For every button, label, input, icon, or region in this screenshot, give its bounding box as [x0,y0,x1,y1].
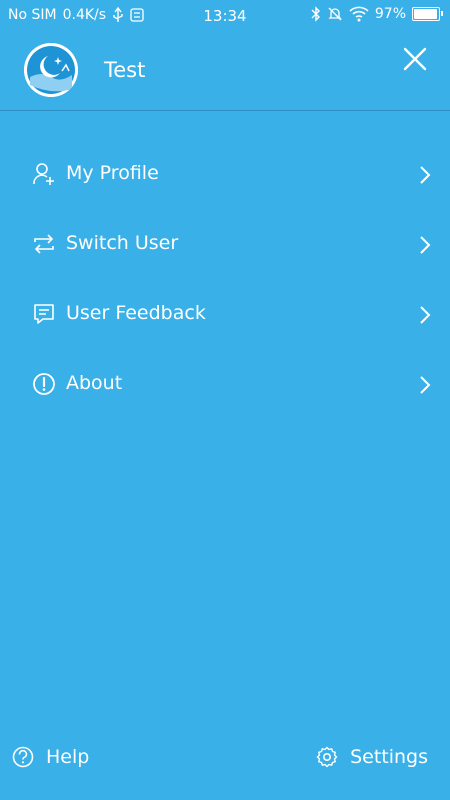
status-bar: No SIM 0.4K/s 13:34 97% [0,0,450,32]
menu-item-label: User Feedback [66,302,206,324]
menu-item-label: My Profile [66,162,159,184]
help-button[interactable]: Help [12,746,89,768]
battery-percent: 97% [374,6,406,22]
menu-item-my-profile[interactable]: My Profile [0,140,450,210]
chevron-right-icon [418,375,432,395]
chevron-right-icon [418,165,432,185]
avatar[interactable] [24,43,78,97]
drawer-header: Test [0,32,450,111]
mute-bell-icon [327,6,343,22]
gear-icon [316,746,338,768]
user-add-icon [32,162,56,186]
menu-item-label: Switch User [66,232,179,254]
wifi-icon [349,6,369,22]
switch-icon [32,232,56,256]
info-icon [32,372,56,396]
menu-item-about[interactable]: About [0,350,450,420]
help-label: Help [46,746,90,768]
feedback-icon [32,302,56,326]
settings-button[interactable]: Settings [316,746,428,768]
chevron-right-icon [418,235,432,255]
menu-item-label: About [66,372,123,394]
battery-fill [414,9,438,19]
drawer-footer: Help Settings [0,720,450,800]
battery-icon [412,7,443,21]
close-button[interactable] [400,44,430,74]
drawer-menu: My Profile Switch User User Feedback Abo… [0,140,450,420]
close-icon [403,47,427,71]
help-icon [12,746,34,768]
settings-label: Settings [350,746,428,768]
menu-item-user-feedback[interactable]: User Feedback [0,280,450,350]
chevron-right-icon [418,305,432,325]
status-right: 97% [311,6,443,22]
moon-logo-icon [24,43,78,97]
user-name: Test [104,58,146,82]
bluetooth-icon [311,6,321,22]
menu-item-switch-user[interactable]: Switch User [0,210,450,280]
